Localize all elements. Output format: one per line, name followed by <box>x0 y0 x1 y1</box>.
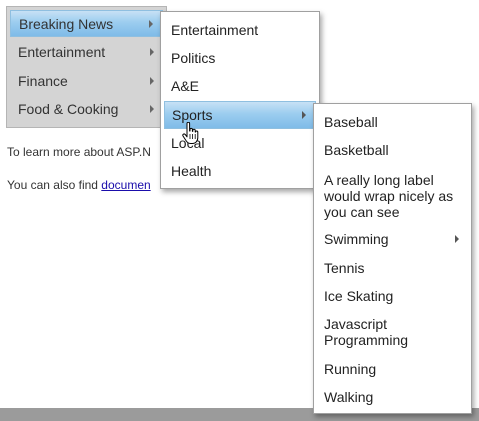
also-find-text: You can also find documen <box>7 178 151 192</box>
submenu-item-ae[interactable]: A&E <box>164 72 316 100</box>
submenu-item-label: Baseball <box>324 114 378 130</box>
menu-item-food-cooking[interactable]: Food & Cooking <box>10 95 163 122</box>
documentation-link[interactable]: documen <box>101 178 150 192</box>
submenu-item-baseball[interactable]: Baseball <box>317 108 468 136</box>
submenu-item-entertainment[interactable]: Entertainment <box>164 16 316 44</box>
menu-item-label: Finance <box>18 72 68 89</box>
menu-item-label: Food & Cooking <box>18 100 119 117</box>
learn-more-label: To learn more about ASP.N <box>7 145 151 159</box>
submenu-item-ice-skating[interactable]: Ice Skating <box>317 282 468 310</box>
submenu-item-label: Tennis <box>324 260 365 276</box>
menu-item-breaking-news[interactable]: Breaking News <box>10 10 163 37</box>
also-find-label: You can also find <box>7 178 102 192</box>
chevron-right-icon <box>149 19 153 28</box>
submenu-item-tennis[interactable]: Tennis <box>317 254 468 282</box>
submenu-item-running[interactable]: Running <box>317 355 468 383</box>
submenu-item-label: Politics <box>171 50 216 66</box>
chevron-right-icon <box>150 47 154 56</box>
submenu-item-swimming[interactable]: Swimming <box>317 225 468 253</box>
submenu-item-label: A&E <box>171 78 200 94</box>
submenu-item-label: Ice Skating <box>324 288 394 304</box>
chevron-right-icon <box>150 76 154 85</box>
hand-pointer-icon <box>182 122 199 144</box>
submenu-item-label: Swimming <box>324 231 389 247</box>
submenu-item-label: A really long label would wrap nicely as… <box>324 172 454 220</box>
menu-item-label: Breaking News <box>19 15 114 32</box>
submenu-breaking-news: Entertainment Politics A&E Sports Local … <box>160 11 320 189</box>
submenu-item-health[interactable]: Health <box>164 157 316 185</box>
chevron-right-icon <box>302 111 306 119</box>
submenu-item-label: Sports <box>172 107 213 123</box>
chevron-right-icon <box>150 104 154 113</box>
submenu-item-label: Running <box>324 361 377 377</box>
submenu-item-javascript-programming[interactable]: Javascript Programming <box>317 312 468 352</box>
submenu-sports: Baseball Basketball A really long label … <box>313 103 472 414</box>
submenu-item-politics[interactable]: Politics <box>164 44 316 72</box>
submenu-item-basketball[interactable]: Basketball <box>317 136 468 164</box>
submenu-item-walking[interactable]: Walking <box>317 383 468 411</box>
menu-item-entertainment[interactable]: Entertainment <box>10 38 163 65</box>
submenu-item-long-label[interactable]: A really long label would wrap nicely as… <box>317 167 468 225</box>
menu-item-label: Entertainment <box>18 43 106 60</box>
submenu-item-label: Entertainment <box>171 22 259 38</box>
learn-more-text: To learn more about ASP.N <box>7 145 151 159</box>
menu-item-finance[interactable]: Finance <box>10 67 163 94</box>
submenu-item-label: Basketball <box>324 142 389 158</box>
submenu-item-label: Health <box>171 163 212 179</box>
submenu-item-label: Javascript Programming <box>324 316 409 348</box>
top-menu: Breaking News Entertainment Finance Food… <box>6 6 167 128</box>
submenu-item-label: Walking <box>324 389 374 405</box>
chevron-right-icon <box>455 235 459 243</box>
